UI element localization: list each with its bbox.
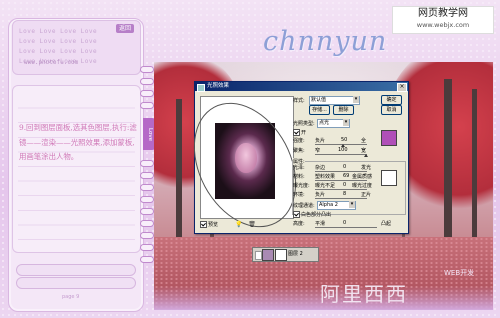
paper-line: Love Love Love Love bbox=[19, 38, 98, 45]
texture-label: 纹理通道: bbox=[293, 203, 315, 209]
site-title: chnnyun bbox=[263, 26, 388, 57]
focus-slider[interactable] bbox=[315, 154, 367, 155]
exposure-label: 曝光度: bbox=[293, 183, 310, 189]
dialog-title: 光照效果 bbox=[207, 83, 230, 89]
intensity-min-label: 负片 bbox=[315, 138, 326, 144]
layer-row[interactable]: 图层 2 bbox=[252, 247, 319, 262]
ambience-min-label: 负片 bbox=[315, 192, 326, 198]
delete-button[interactable]: 删除 bbox=[333, 105, 354, 115]
height-slider[interactable] bbox=[315, 227, 377, 228]
cancel-button[interactable]: 取消 bbox=[381, 105, 402, 115]
exposure-value: 0 bbox=[343, 182, 347, 188]
preview-label: 预览 bbox=[208, 222, 219, 228]
page-number: page 9 bbox=[62, 294, 80, 300]
ambience-max-label: 正片 bbox=[361, 192, 372, 198]
focus-knob[interactable] bbox=[364, 154, 368, 157]
preview-checkbox[interactable]: 预览 bbox=[200, 221, 218, 228]
watermark-line2: www.webjx.com bbox=[416, 21, 470, 29]
layer-mask-thumbnail[interactable] bbox=[275, 249, 287, 261]
exposure-slider[interactable] bbox=[315, 189, 367, 190]
gloss-slider[interactable] bbox=[315, 171, 367, 172]
spiral-rings bbox=[140, 66, 154, 266]
notebook-body: 9.回到图层面板,选其色图层,执行:滤镜——渲染——光照效果,添加蒙板,用画笔涂… bbox=[12, 85, 141, 253]
on-checkbox[interactable]: 开 bbox=[293, 129, 306, 136]
material-max-label: 金属质感 bbox=[352, 174, 373, 180]
material-min-label: 塑料效果 bbox=[315, 174, 336, 180]
intensity-label: 强度: bbox=[293, 138, 305, 144]
ambience-color-swatch[interactable] bbox=[381, 170, 397, 186]
height-label: 高度: bbox=[293, 221, 305, 227]
notebook-input-bar[interactable] bbox=[16, 277, 136, 289]
material-label: 材料: bbox=[293, 174, 305, 180]
close-button[interactable]: × bbox=[397, 83, 407, 92]
height-value: 0 bbox=[343, 220, 347, 226]
bottom-watermark-small: WEB开发 bbox=[444, 269, 475, 277]
preview-pane[interactable] bbox=[173, 85, 317, 245]
site-url: www.photofu.com bbox=[24, 59, 79, 66]
eye-icon[interactable] bbox=[255, 251, 262, 260]
intensity-max-label: 全 bbox=[361, 138, 367, 144]
height-max-label: 凸起 bbox=[381, 221, 392, 227]
lighting-effects-dialog: 光照效果 × 预览 💡 🗑 样式: 默认值 确定 取消 存储... 删除 光照类… bbox=[173, 81, 409, 245]
watermark-line1: 网页教学网 bbox=[418, 8, 468, 19]
dialog-titlebar: 光照效果 × bbox=[195, 82, 408, 92]
back-button[interactable]: 返回 bbox=[116, 24, 134, 33]
save-button[interactable]: 存储... bbox=[309, 105, 330, 115]
layer-thumbnail bbox=[262, 249, 274, 261]
texture-channel-select[interactable]: Alpha 2 bbox=[317, 201, 356, 210]
ambience-label: 环境: bbox=[293, 192, 305, 198]
focus-value: 100 bbox=[338, 147, 348, 153]
gloss-label: 光泽: bbox=[293, 165, 305, 171]
material-value: 69 bbox=[343, 173, 350, 179]
exposure-min-label: 曝光不足 bbox=[315, 183, 336, 189]
app-icon bbox=[197, 83, 205, 92]
layer-name: 图层 2 bbox=[288, 251, 303, 257]
height-min-label: 平滑 bbox=[315, 221, 326, 227]
notebook-input-bar[interactable] bbox=[16, 264, 136, 276]
focus-max-label: 宽 bbox=[361, 148, 367, 154]
tutorial-text: 9.回到图层面板,选其色图层,执行:滤镜——渲染——光照效果,添加蒙板,用画笔涂… bbox=[19, 123, 137, 162]
gloss-max-label: 发光 bbox=[361, 165, 372, 171]
focus-label: 聚焦: bbox=[293, 148, 305, 154]
exposure-max-label: 曝光过度 bbox=[352, 183, 373, 189]
gloss-min-label: 杂边 bbox=[315, 165, 326, 171]
ambience-slider[interactable] bbox=[315, 198, 367, 199]
ambience-value: 8 bbox=[343, 191, 347, 197]
focus-min-label: 窄 bbox=[315, 148, 321, 154]
notebook-header-card: Love Love Love Love Love Love Love Love … bbox=[12, 20, 141, 75]
material-slider[interactable] bbox=[315, 180, 367, 181]
style-label: 样式: bbox=[293, 98, 305, 104]
top-watermark: 网页教学网 www.webjx.com bbox=[392, 6, 494, 34]
ok-button[interactable]: 确定 bbox=[381, 95, 402, 105]
light-color-swatch[interactable] bbox=[381, 130, 397, 146]
bottom-watermark: 阿里西西 bbox=[320, 282, 408, 306]
light-type-label: 光照类型: bbox=[293, 121, 315, 127]
light-type-select[interactable]: 点光 bbox=[317, 119, 350, 128]
white-high-checkbox[interactable]: 白色部分凸出 bbox=[293, 211, 331, 218]
light-icon[interactable]: 💡 🗑 bbox=[235, 221, 256, 228]
style-select[interactable]: 默认值 bbox=[309, 96, 360, 105]
paper-line: Love Love Love Love bbox=[19, 48, 98, 55]
ruled-lines bbox=[18, 94, 135, 244]
gloss-value: 0 bbox=[343, 164, 347, 170]
intensity-value: 50 bbox=[341, 137, 348, 143]
